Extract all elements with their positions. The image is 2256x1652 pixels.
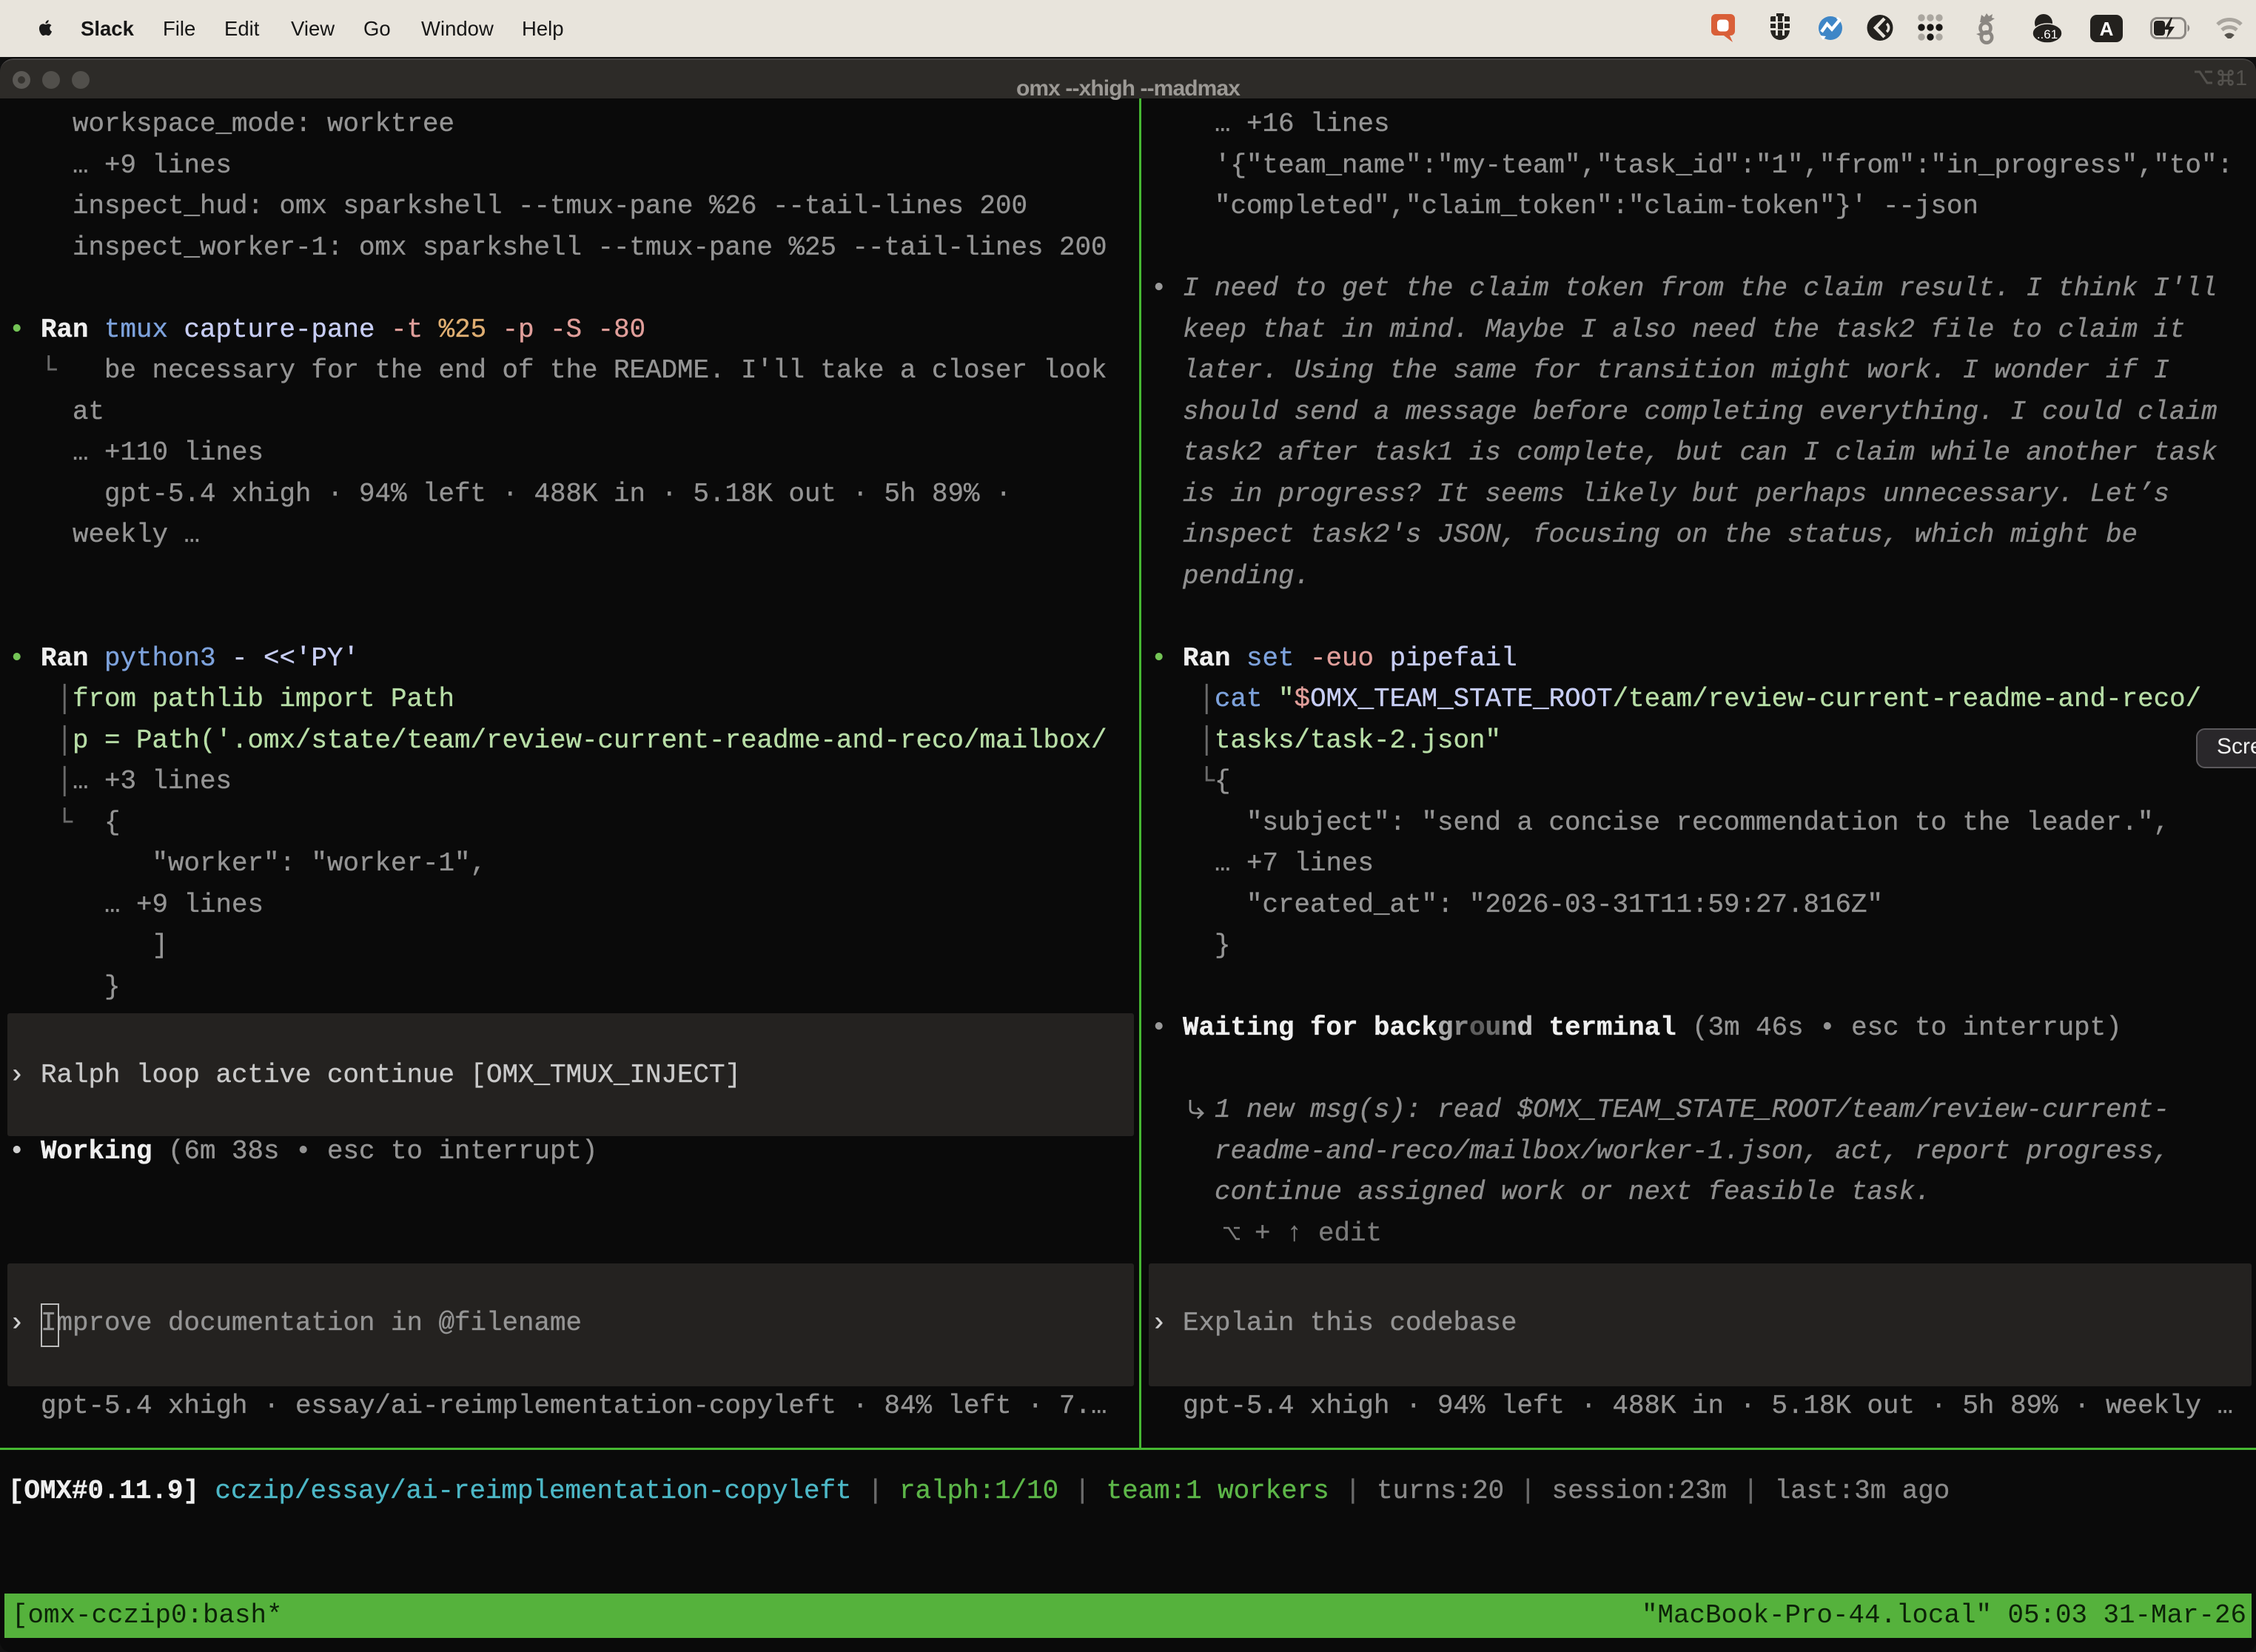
svg-text:..61: ..61	[2037, 27, 2058, 41]
svg-text:A: A	[2100, 18, 2114, 40]
